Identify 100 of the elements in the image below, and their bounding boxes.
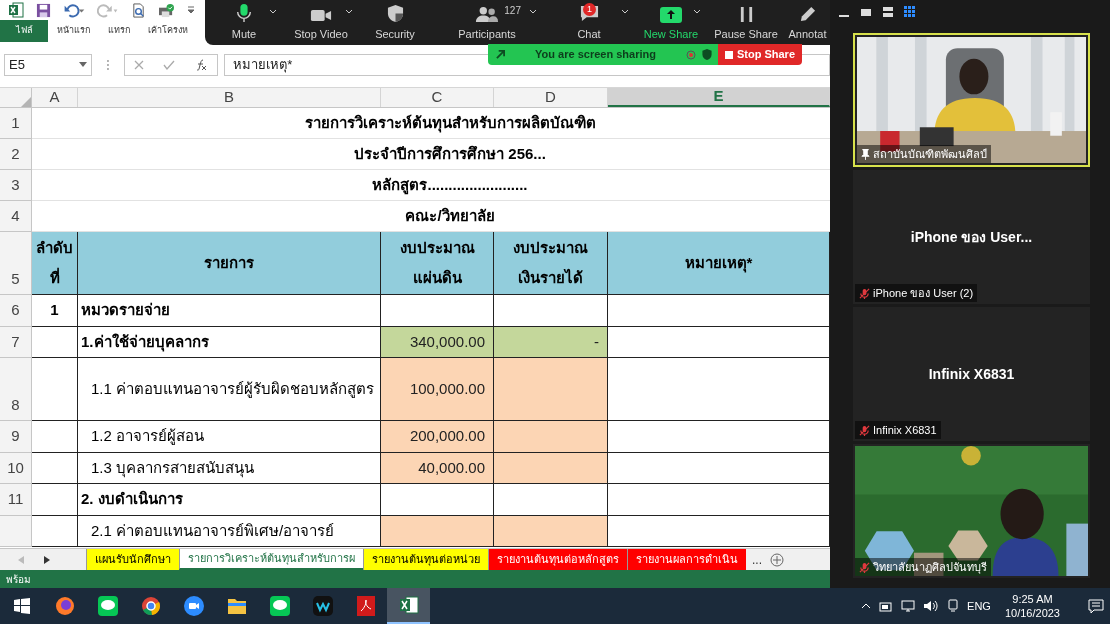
row-header[interactable]: 1 bbox=[0, 108, 32, 139]
toolbar-button[interactable]: Stop Video bbox=[283, 0, 359, 45]
table-cell: 40,000.00 bbox=[381, 452, 494, 484]
time-text: 9:25 AM bbox=[1012, 592, 1053, 606]
row-header[interactable]: 10 bbox=[0, 452, 32, 484]
print-preview-icon[interactable] bbox=[131, 2, 146, 18]
caret-icon[interactable] bbox=[269, 9, 277, 14]
participant-title: iPhone ของ User... bbox=[910, 227, 1033, 247]
title-cell: รายการวิเคราะห์ต้นทุนสำหรับการผลิตบัณฑิต bbox=[32, 108, 830, 139]
add-sheet-icon[interactable] bbox=[770, 552, 784, 567]
toolbar-button[interactable]: Security bbox=[359, 0, 431, 45]
toolbar-button[interactable]: Annotat bbox=[785, 0, 830, 45]
sheet-tab[interactable]: รายงานต้นทุนต่อหน่วย bbox=[363, 549, 488, 570]
dropdown-caret-icon[interactable] bbox=[79, 62, 88, 67]
record-icon bbox=[686, 49, 696, 60]
video-call-app-icon bbox=[183, 596, 204, 616]
sheet-tab[interactable]: รายการวิเคราะห์ต้นทุนสำหรับการผ bbox=[179, 549, 363, 570]
table-cell: 100,000.00 bbox=[381, 358, 494, 421]
caret-icon[interactable] bbox=[621, 9, 629, 14]
table-cell bbox=[32, 452, 78, 484]
save-icon[interactable] bbox=[36, 2, 51, 18]
show-hidden-icons-icon[interactable] bbox=[861, 603, 872, 609]
table-cell: 340,000.00 bbox=[381, 326, 494, 358]
taskbar-button[interactable] bbox=[387, 588, 430, 624]
clock[interactable]: 9:25 AM 10/16/2023 bbox=[998, 592, 1066, 620]
ribbon-tab[interactable]: เค้าโครงห bbox=[139, 20, 197, 42]
row-header[interactable]: 2 bbox=[0, 139, 32, 170]
strip-view-icon[interactable] bbox=[882, 6, 894, 18]
participant-name: วิทยาลัยนาฏศิลปจันทบุรี bbox=[873, 559, 987, 576]
column-header[interactable]: A bbox=[32, 88, 78, 107]
chat-app-icon bbox=[269, 596, 290, 616]
sheet-tab[interactable]: แผนรับนักศึกษา bbox=[86, 549, 179, 570]
column-header[interactable]: C bbox=[381, 88, 494, 107]
table-cell: 1.ค่าใช้จ่ายบุคลากร bbox=[78, 326, 381, 358]
table-cell: - bbox=[494, 326, 608, 358]
stop-icon bbox=[724, 50, 733, 59]
pause-icon bbox=[738, 5, 754, 23]
browser-icon bbox=[140, 596, 161, 616]
table-cell: 1.2 อาจารย์ผู้สอน bbox=[78, 421, 381, 453]
network-icon[interactable] bbox=[901, 600, 916, 612]
customize-caret-icon[interactable] bbox=[187, 5, 195, 15]
row-header[interactable]: 8 bbox=[0, 358, 32, 421]
formula-text: หมายเหตุ* bbox=[233, 55, 293, 75]
toolbar-button[interactable]: Participants 127 bbox=[431, 0, 543, 45]
meet-now-icon[interactable] bbox=[947, 599, 960, 613]
row-header[interactable]: 9 bbox=[0, 421, 32, 453]
participant-name: สถาบันบัณฑิตพัฒนศิลป์ bbox=[873, 146, 987, 162]
check-icon[interactable] bbox=[163, 59, 176, 70]
title-cell: ประจำปีการศึการศึกษา 256... bbox=[32, 139, 830, 170]
status-text: พร้อม bbox=[6, 572, 31, 587]
participant-count: 127 bbox=[504, 4, 521, 18]
more-sheets-button[interactable]: ... bbox=[750, 549, 764, 570]
table-cell: 1.3 บุคลากรสายสนับสนุน bbox=[78, 452, 381, 484]
next-sheet-icon[interactable] bbox=[44, 555, 50, 564]
name-box[interactable]: E5 bbox=[4, 53, 93, 76]
notifications-icon[interactable] bbox=[1088, 598, 1104, 614]
column-heading: งบประมาณ เงินรายได้ bbox=[494, 232, 608, 295]
column-heading: รายการ bbox=[78, 232, 381, 295]
row-header[interactable]: 5 bbox=[0, 232, 32, 295]
column-heading: งบประมาณ แผ่นดิน bbox=[381, 232, 494, 295]
windows-start-icon bbox=[13, 598, 30, 614]
row-header[interactable]: 6 bbox=[0, 295, 32, 327]
sheet-tab[interactable]: รายงานผลการดำเนิน bbox=[627, 549, 746, 570]
caret-icon[interactable] bbox=[529, 9, 537, 14]
table-cell: 200,000.00 bbox=[381, 421, 494, 453]
wave-app-icon bbox=[312, 596, 333, 616]
table-cell: 2.1 ค่าตอบแทนอาจารย์พิเศษ/อาจารย์ bbox=[78, 515, 381, 547]
language-indicator[interactable]: ENG bbox=[967, 597, 991, 615]
table-cell bbox=[32, 421, 78, 453]
stop-share-button[interactable]: Stop Share bbox=[718, 44, 802, 65]
row-header[interactable]: 4 bbox=[0, 201, 32, 232]
fox-globe-icon bbox=[54, 596, 75, 616]
table-cell bbox=[32, 326, 78, 358]
microphone-icon bbox=[235, 2, 253, 23]
row-header[interactable]: 3 bbox=[0, 170, 32, 201]
sheet-tab[interactable]: รายงานต้นทุนต่อหลักสูตร bbox=[488, 549, 627, 570]
ribbon-tab[interactable]: ไฟล์ bbox=[0, 20, 48, 42]
ribbon-tab[interactable]: แทรก bbox=[99, 20, 139, 42]
toolbar-button[interactable]: Mute bbox=[205, 0, 283, 45]
row-header[interactable]: 11 bbox=[0, 484, 32, 516]
toolbar-button[interactable]: Pause Share bbox=[707, 0, 785, 45]
printer-check-icon[interactable] bbox=[158, 2, 175, 18]
caret-icon[interactable] bbox=[693, 9, 701, 14]
column-header[interactable]: E bbox=[608, 88, 830, 107]
toolbar-button[interactable]: New Share bbox=[635, 0, 707, 45]
speaker-view-icon[interactable] bbox=[860, 6, 872, 18]
gallery-view-icon[interactable] bbox=[904, 6, 916, 18]
caret-icon[interactable] bbox=[345, 9, 353, 14]
volume-icon[interactable] bbox=[923, 600, 940, 612]
ribbon-tab[interactable]: หน้าแรก bbox=[48, 20, 99, 42]
grip-icon bbox=[106, 57, 111, 72]
row-header[interactable]: 7 bbox=[0, 326, 32, 358]
undo-icon[interactable] bbox=[63, 2, 85, 18]
participants-icon bbox=[475, 5, 499, 23]
table-cell: 2. งบดำเนินการ bbox=[78, 484, 381, 516]
shield-icon bbox=[702, 49, 712, 60]
banner-text: You are screen sharing bbox=[534, 47, 657, 63]
participant-name: iPhone ของ User (2) bbox=[873, 285, 974, 301]
column-header[interactable]: B bbox=[78, 88, 381, 107]
battery-icon[interactable] bbox=[879, 600, 894, 612]
